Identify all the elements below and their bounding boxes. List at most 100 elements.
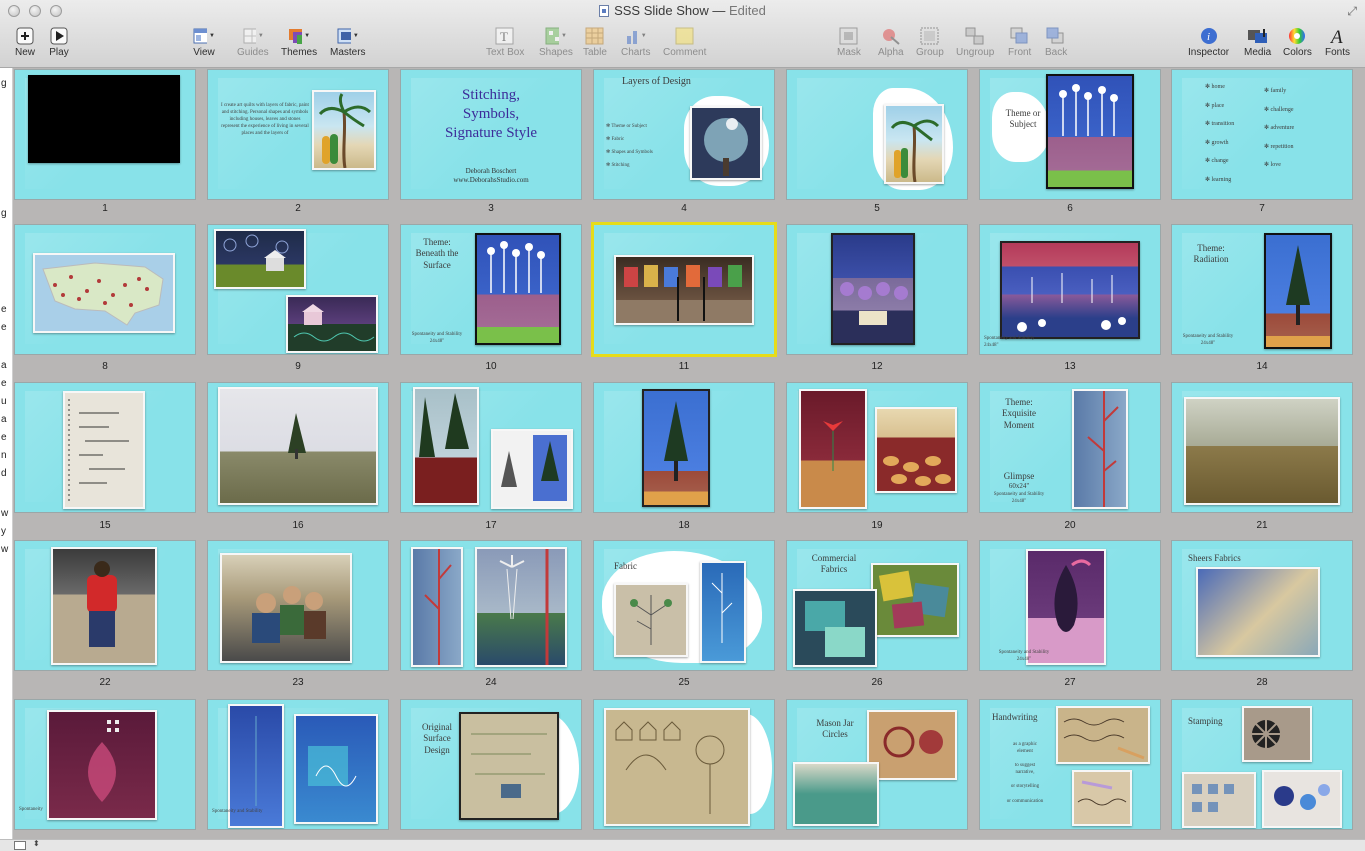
sketch-quilt-photo [491, 429, 573, 509]
slide-number: 18 [678, 520, 690, 531]
theme-word: growth [1211, 139, 1229, 146]
view-mode-icon[interactable] [14, 841, 26, 850]
back-label: Back [1045, 47, 1068, 58]
bullet-item: Stitching [611, 163, 630, 168]
charts-button[interactable]: ▼ Charts [621, 26, 650, 58]
slide-number: 20 [1064, 520, 1076, 531]
view-mode-stepper-icon[interactable]: ⬍ [33, 839, 40, 848]
inspector-button[interactable]: i Inspector [1188, 26, 1229, 58]
new-button[interactable]: New [14, 26, 36, 58]
slide-26[interactable]: Commercial Fabrics [787, 541, 967, 670]
label-line: Moment [1003, 419, 1035, 430]
slide-35[interactable]: Stamping [1172, 700, 1352, 829]
svg-text:A: A [1329, 27, 1343, 45]
background-text: w [1, 508, 9, 519]
comment-button[interactable]: Comment [663, 26, 706, 58]
slide-browser[interactable]: 1 I create art quilts with layers of fab… [0, 68, 1365, 839]
comment-icon [674, 26, 696, 46]
masters-button[interactable]: ▼ Masters [330, 26, 366, 58]
slide-25[interactable]: Fabric [594, 541, 774, 670]
slide-1[interactable] [15, 70, 195, 199]
slide-11[interactable] [594, 225, 774, 354]
slide-3[interactable]: Stitching, Symbols, Signature Style Debo… [401, 70, 581, 199]
slide-15[interactable] [15, 383, 195, 512]
slide-6[interactable]: Theme or Subject [980, 70, 1160, 199]
slide-4[interactable]: Layers of Design ✻ Theme or Subject ✻ Fa… [594, 70, 774, 199]
fabric-photo [793, 762, 879, 826]
view-button[interactable]: ▼ View [193, 26, 215, 58]
back-button[interactable]: Back [1045, 26, 1067, 58]
slide-title: Stitching, Symbols, Signature Style [401, 86, 581, 142]
group-button[interactable]: Group [916, 26, 944, 58]
slide-16[interactable] [208, 383, 388, 512]
slide-caption: Spontaneity and Stability 24x48" [984, 649, 1064, 663]
title-line-3: Signature Style [444, 124, 538, 141]
guides-button[interactable]: ▼ Guides [237, 26, 269, 58]
document-icon [599, 5, 610, 17]
quilt-house-photo [286, 295, 378, 353]
slide-34[interactable]: Handwriting as a graphic element to sugg… [980, 700, 1160, 829]
slide-20[interactable]: Theme: Exquisite Moment Glimpse 60x24" S… [980, 383, 1160, 512]
slide-32[interactable] [594, 700, 774, 829]
tree-quilt-photo [1264, 233, 1332, 349]
caption-line: Spontaneity and Stability [1182, 334, 1234, 339]
slide-7[interactable]: ✻ home ✻ place ✻ transition ✻ growth ✻ c… [1172, 70, 1352, 199]
table-icon [584, 26, 606, 46]
slide-17[interactable] [401, 383, 581, 512]
label-line: Surface [423, 259, 451, 270]
slide-2[interactable]: I create art quilts with layers of fabri… [208, 70, 388, 199]
text-box-button[interactable]: T Text Box [486, 26, 524, 58]
front-button[interactable]: Front [1008, 26, 1031, 58]
shapes-button[interactable]: ▼ Shapes [539, 26, 573, 58]
slide-label: Stamping [1188, 716, 1223, 726]
mask-button[interactable]: Mask [837, 26, 861, 58]
fonts-button[interactable]: A Fonts [1325, 26, 1350, 58]
label-line: Original [422, 722, 452, 732]
slide-label: Commercial Fabrics [799, 553, 869, 576]
title-line-1: Stitching, [462, 87, 520, 103]
media-button[interactable]: Media [1244, 26, 1271, 58]
slide-18[interactable] [594, 383, 774, 512]
slide-number: 9 [295, 361, 301, 372]
play-button[interactable]: Play [48, 26, 70, 58]
slide-22[interactable] [15, 541, 195, 670]
slide-9[interactable] [208, 225, 388, 354]
slide-10[interactable]: Theme: Beneath the Surface Spontaneity a… [401, 225, 581, 354]
slide-24[interactable] [401, 541, 581, 670]
slide-14[interactable]: Theme: Radiation Spontaneity and Stabili… [1172, 225, 1352, 354]
slide-number: 25 [678, 677, 690, 688]
slide-30[interactable]: Spontaneity and Stability [208, 700, 388, 829]
shapes-icon: ▼ [545, 26, 567, 46]
table-button[interactable]: Table [583, 26, 607, 58]
ungroup-button[interactable]: Ungroup [956, 26, 994, 58]
quilt-photo [690, 106, 762, 180]
bottom-status-bar: ⬍ [0, 839, 1365, 851]
slide-23[interactable] [208, 541, 388, 670]
text-box-label: Text Box [486, 47, 525, 58]
slide-title: Layers of Design [622, 76, 691, 87]
label-line: 60x24" [1008, 482, 1030, 491]
background-text: e [1, 432, 7, 443]
colors-button[interactable]: Colors [1283, 26, 1312, 58]
slide-12[interactable] [787, 225, 967, 354]
slide-27[interactable]: Spontaneity and Stability 24x48" [980, 541, 1160, 670]
slide-5[interactable] [787, 70, 967, 199]
slide-33[interactable]: Mason Jar Circles [787, 700, 967, 829]
fullscreen-icon[interactable]: ⤢ [1347, 4, 1357, 19]
slide-28[interactable]: Sheers Fabrics [1172, 541, 1352, 670]
theme-word: love [1270, 162, 1281, 169]
alpha-button[interactable]: Alpha [878, 26, 904, 58]
note-line: or communication [1006, 798, 1044, 804]
slide-19[interactable] [787, 383, 967, 512]
palm-tree-photo [312, 90, 376, 170]
themes-button[interactable]: ▼ Themes [281, 26, 317, 58]
slide-8[interactable] [15, 225, 195, 354]
label-line: Exquisite [1002, 408, 1036, 419]
background-text: y [1, 526, 6, 537]
stitched-houses-photo [604, 708, 750, 826]
slide-29[interactable]: Spontaneity [15, 700, 195, 829]
slide-21[interactable] [1172, 383, 1352, 512]
slide-31[interactable]: Original Surface Design [401, 700, 581, 829]
bullet-item: Shapes and Symbols [611, 150, 653, 155]
slide-13[interactable]: Spontaneity and Stability 24x48" [980, 225, 1160, 354]
